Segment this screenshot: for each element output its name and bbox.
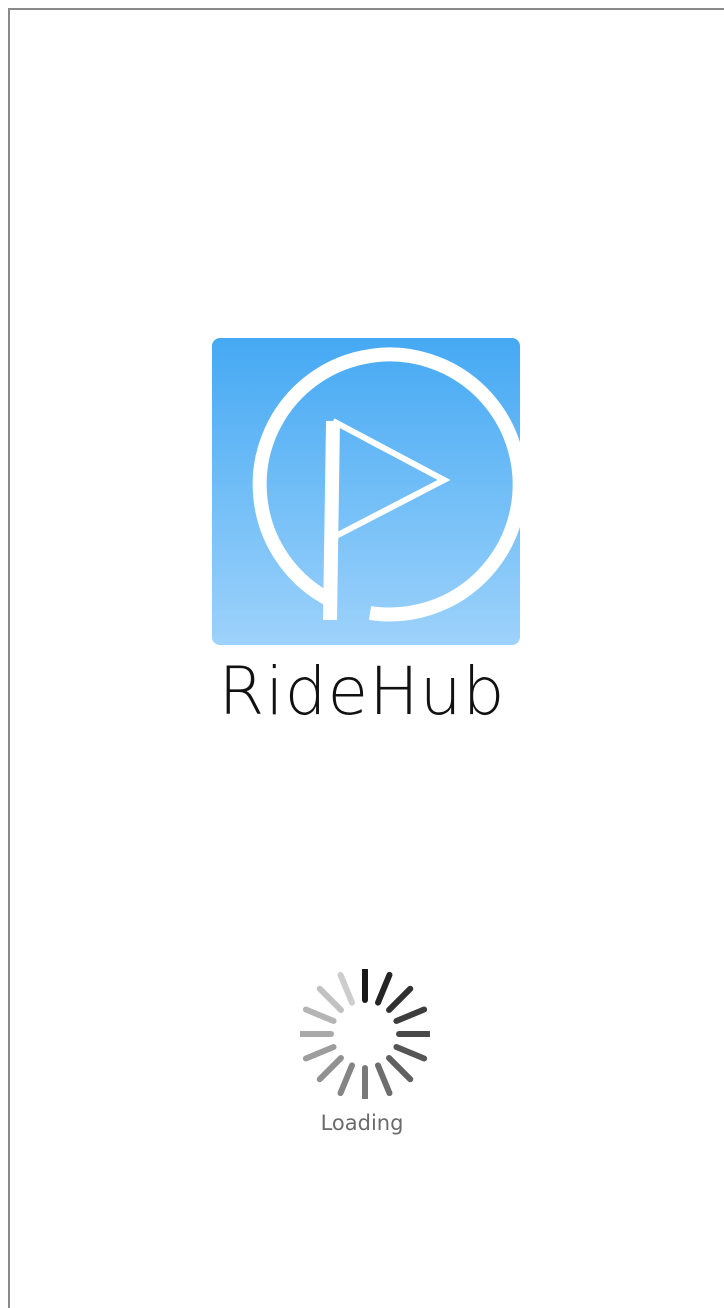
brand-name: RideHub — [218, 653, 506, 730]
spinner-tick — [375, 971, 393, 1006]
spinner-tick — [386, 985, 414, 1013]
play-flag-logo-icon — [252, 347, 520, 622]
spinner-tick — [337, 971, 355, 1006]
loading-label: Loading — [320, 1111, 404, 1135]
spinner-tick — [316, 985, 344, 1013]
loading-spinner-icon — [300, 969, 430, 1099]
spinner-tick — [337, 1062, 355, 1097]
spinner-tick — [393, 1006, 428, 1024]
spinner-tick — [302, 1006, 337, 1024]
spinner-tick — [316, 1055, 344, 1083]
spinner-tick — [375, 1062, 393, 1097]
spinner-tick — [386, 1055, 414, 1083]
spinner-tick — [393, 1044, 428, 1062]
spinner-tick — [302, 1044, 337, 1062]
app-logo — [212, 338, 520, 645]
